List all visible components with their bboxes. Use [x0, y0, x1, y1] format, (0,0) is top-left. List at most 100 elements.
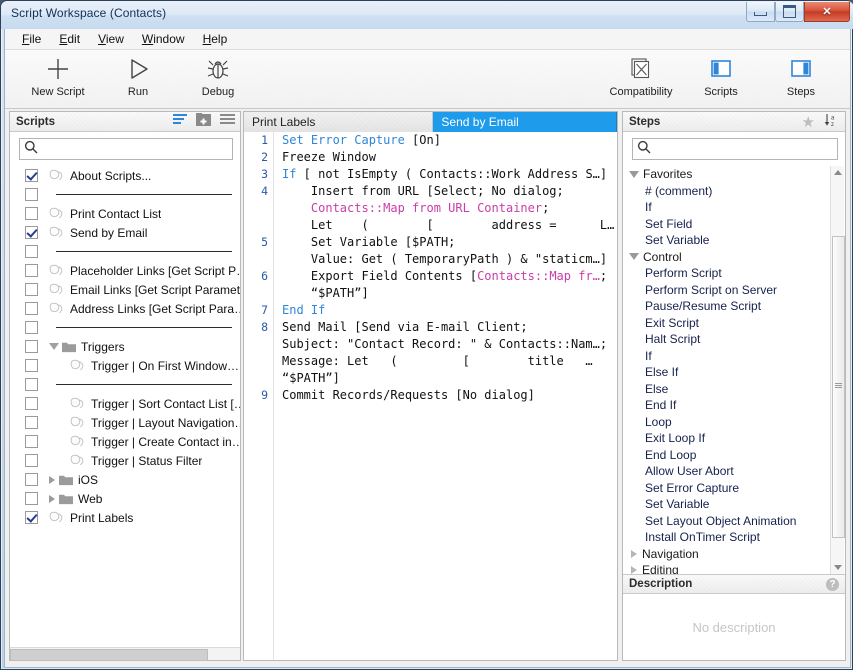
- script-list-row[interactable]: Email Links [Get Script Paramet…: [10, 280, 240, 299]
- steps-item-row[interactable]: Loop: [623, 414, 845, 431]
- steps-item-row[interactable]: Else: [623, 381, 845, 398]
- script-list-row[interactable]: Trigger | Create Contact in…: [10, 432, 240, 451]
- script-list-row[interactable]: Send by Email: [10, 223, 240, 242]
- script-enable-checkbox[interactable]: [25, 283, 38, 296]
- script-enable-checkbox[interactable]: [25, 511, 38, 524]
- steps-item-row[interactable]: If: [623, 199, 845, 216]
- scripts-panel-button[interactable]: Scripts: [690, 54, 752, 98]
- steps-item-row[interactable]: Set Field: [623, 216, 845, 233]
- steps-item-row[interactable]: Exit Loop If: [623, 430, 845, 447]
- code-line[interactable]: 3If [ not IsEmpty ( Contacts::Work Addre…: [244, 166, 617, 183]
- maximize-button[interactable]: [775, 2, 804, 22]
- code-line[interactable]: Value: Get ( TemporaryPath ) & "staticm……: [244, 251, 617, 268]
- steps-item-row[interactable]: Exit Script: [623, 315, 845, 332]
- script-list-row[interactable]: Web: [10, 489, 240, 508]
- script-enable-checkbox[interactable]: [25, 435, 38, 448]
- help-icon[interactable]: ?: [826, 578, 839, 591]
- code-line[interactable]: Message: Let ( [ title … ;: [244, 353, 617, 370]
- code-line[interactable]: 1Set Error Capture [On]: [244, 132, 617, 149]
- script-enable-checkbox[interactable]: [25, 492, 38, 505]
- script-enable-checkbox[interactable]: [25, 264, 38, 277]
- disclosure-closed-icon[interactable]: [631, 550, 637, 558]
- script-list-row[interactable]: Trigger | Sort Contact List […: [10, 394, 240, 413]
- script-enable-checkbox[interactable]: [25, 321, 38, 334]
- steps-item-row[interactable]: # (comment): [623, 183, 845, 200]
- steps-item-row[interactable]: Install OnTimer Script: [623, 529, 845, 546]
- code-line[interactable]: 4 Insert from URL [Select; No dialog;: [244, 183, 617, 200]
- steps-item-row[interactable]: Pause/Resume Script: [623, 298, 845, 315]
- minimize-button[interactable]: [746, 2, 775, 22]
- code-line[interactable]: “$PATH”]: [244, 285, 617, 302]
- script-list-row[interactable]: Trigger | Status Filter: [10, 451, 240, 470]
- steps-item-row[interactable]: Set Layout Object Animation: [623, 513, 845, 530]
- disclosure-closed-icon[interactable]: [49, 495, 55, 503]
- code-line[interactable]: 9Commit Records/Requests [No dialog]: [244, 387, 617, 404]
- script-code-area[interactable]: 1Set Error Capture [On]2Freeze Window3If…: [244, 132, 617, 660]
- scripts-scrollbar-thumb[interactable]: [10, 649, 208, 661]
- code-line[interactable]: 6 Export Field Contents [Contacts::Map f…: [244, 268, 617, 285]
- steps-scrollbar-thumb[interactable]: [832, 236, 845, 538]
- steps-item-row[interactable]: End Loop: [623, 447, 845, 464]
- editor-tab[interactable]: Print Labels: [244, 112, 433, 132]
- script-enable-checkbox[interactable]: [25, 302, 38, 315]
- script-list-row[interactable]: Trigger | On First Window…: [10, 356, 240, 375]
- menu-edit[interactable]: Edit: [50, 30, 89, 48]
- steps-item-row[interactable]: Set Error Capture: [623, 480, 845, 497]
- scripts-search-box[interactable]: [19, 138, 233, 160]
- script-list-row[interactable]: Trigger | Layout Navigation…: [10, 413, 240, 432]
- script-enable-checkbox[interactable]: [25, 416, 38, 429]
- debug-button[interactable]: Debug: [187, 54, 249, 98]
- menu-help[interactable]: Help: [194, 30, 237, 48]
- script-list-row[interactable]: iOS: [10, 470, 240, 489]
- script-list-row[interactable]: About Scripts...: [10, 166, 240, 185]
- script-enable-checkbox[interactable]: [25, 169, 38, 182]
- close-button[interactable]: ✕: [804, 2, 850, 22]
- steps-group-row[interactable]: Editing: [623, 562, 845, 574]
- scripts-list[interactable]: About Scripts...Print Contact ListSend b…: [10, 166, 240, 648]
- script-enable-checkbox[interactable]: [25, 359, 38, 372]
- new-script-button[interactable]: New Script: [27, 54, 89, 98]
- sort-lines-icon[interactable]: [173, 113, 187, 131]
- code-line[interactable]: 5 Set Variable [$PATH;: [244, 234, 617, 251]
- disclosure-open-icon[interactable]: [629, 171, 639, 178]
- script-enable-checkbox[interactable]: [25, 397, 38, 410]
- script-enable-checkbox[interactable]: [25, 378, 38, 391]
- steps-item-row[interactable]: End If: [623, 397, 845, 414]
- steps-item-row[interactable]: Halt Script: [623, 331, 845, 348]
- code-line[interactable]: “$PATH”]: [244, 370, 617, 387]
- disclosure-open-icon[interactable]: [629, 253, 639, 260]
- steps-group-row[interactable]: Favorites: [623, 166, 845, 183]
- steps-item-row[interactable]: Set Variable: [623, 232, 845, 249]
- sort-az-icon[interactable]: a z: [824, 113, 840, 132]
- menu-view[interactable]: View: [89, 30, 133, 48]
- script-list-row[interactable]: Triggers: [10, 337, 240, 356]
- code-line[interactable]: Contacts::Map from URL Container;: [244, 200, 617, 217]
- steps-item-row[interactable]: Else If: [623, 364, 845, 381]
- steps-list[interactable]: Favorites# (comment)IfSet FieldSet Varia…: [623, 166, 845, 574]
- steps-vertical-scrollbar[interactable]: [830, 166, 844, 574]
- code-line[interactable]: Subject: "Contact Record: " & Contacts::…: [244, 336, 617, 353]
- scripts-search-input[interactable]: [38, 142, 232, 156]
- code-line[interactable]: Let ( [ address = L… ]: [244, 217, 617, 234]
- scripts-horizontal-scrollbar[interactable]: [10, 647, 240, 660]
- scroll-up-arrow[interactable]: [831, 166, 844, 179]
- script-enable-checkbox[interactable]: [25, 188, 38, 201]
- favorites-star-icon[interactable]: ★: [802, 115, 815, 130]
- new-folder-icon[interactable]: [196, 113, 211, 131]
- script-enable-checkbox[interactable]: [25, 473, 38, 486]
- script-enable-checkbox[interactable]: [25, 454, 38, 467]
- script-enable-checkbox[interactable]: [25, 226, 38, 239]
- menu-lines-icon[interactable]: [220, 113, 235, 131]
- script-enable-checkbox[interactable]: [25, 207, 38, 220]
- scroll-down-arrow[interactable]: [831, 561, 844, 574]
- steps-search-input[interactable]: [651, 142, 837, 156]
- steps-item-row[interactable]: Set Variable: [623, 496, 845, 513]
- code-line[interactable]: 8Send Mail [Send via E-mail Client;: [244, 319, 617, 336]
- steps-group-row[interactable]: Control: [623, 249, 845, 266]
- steps-item-row[interactable]: If: [623, 348, 845, 365]
- code-line[interactable]: 7End If: [244, 302, 617, 319]
- steps-panel-button[interactable]: Steps: [770, 54, 832, 98]
- disclosure-closed-icon[interactable]: [49, 476, 55, 484]
- script-enable-checkbox[interactable]: [25, 340, 38, 353]
- steps-search-box[interactable]: [632, 138, 838, 160]
